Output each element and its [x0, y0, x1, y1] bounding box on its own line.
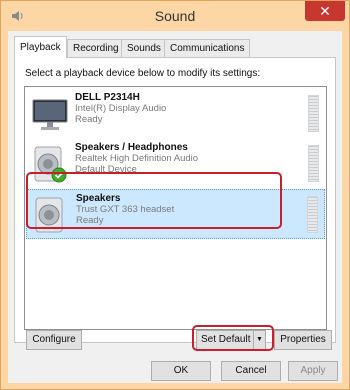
tab-recording[interactable]: Recording — [67, 39, 125, 57]
ok-button[interactable]: OK — [151, 361, 211, 381]
instruction-text: Select a playback device below to modify… — [25, 68, 261, 79]
device-driver: Realtek High Definition Audio — [75, 153, 199, 164]
title-bar[interactable]: Sound ✕ — [1, 1, 349, 31]
apply-button[interactable]: Apply — [288, 361, 338, 381]
tab-playback[interactable]: Playback — [14, 36, 67, 58]
configure-button[interactable]: Configure — [26, 330, 82, 350]
level-meter — [307, 196, 318, 233]
properties-button[interactable]: Properties — [274, 330, 332, 350]
close-button[interactable]: ✕ — [305, 1, 345, 21]
set-default-highlight — [192, 325, 274, 351]
device-status: Ready — [75, 114, 103, 125]
device-name: DELL P2314H — [75, 92, 140, 103]
cancel-button[interactable]: Cancel — [221, 361, 281, 381]
window-title: Sound — [154, 8, 196, 24]
monitor-icon — [32, 99, 68, 130]
tab-sounds[interactable]: Sounds — [121, 39, 167, 57]
device-driver: Intel(R) Display Audio — [75, 103, 167, 114]
device-text: Speakers / Headphones Realtek High Defin… — [75, 142, 198, 175]
level-meter — [308, 95, 319, 132]
device-item-dell-p2314h[interactable]: DELL P2314H Intel(R) Display Audio Ready — [26, 89, 325, 139]
sound-dialog: Sound ✕ Playback Recording Sounds Commun… — [0, 0, 350, 390]
device-name: Speakers / Headphones — [75, 142, 188, 153]
device-text: DELL P2314H Intel(R) Display Audio Ready — [75, 92, 166, 125]
level-meter — [308, 145, 319, 182]
tab-communications[interactable]: Communications — [164, 39, 251, 57]
selected-device-highlight — [26, 172, 282, 229]
